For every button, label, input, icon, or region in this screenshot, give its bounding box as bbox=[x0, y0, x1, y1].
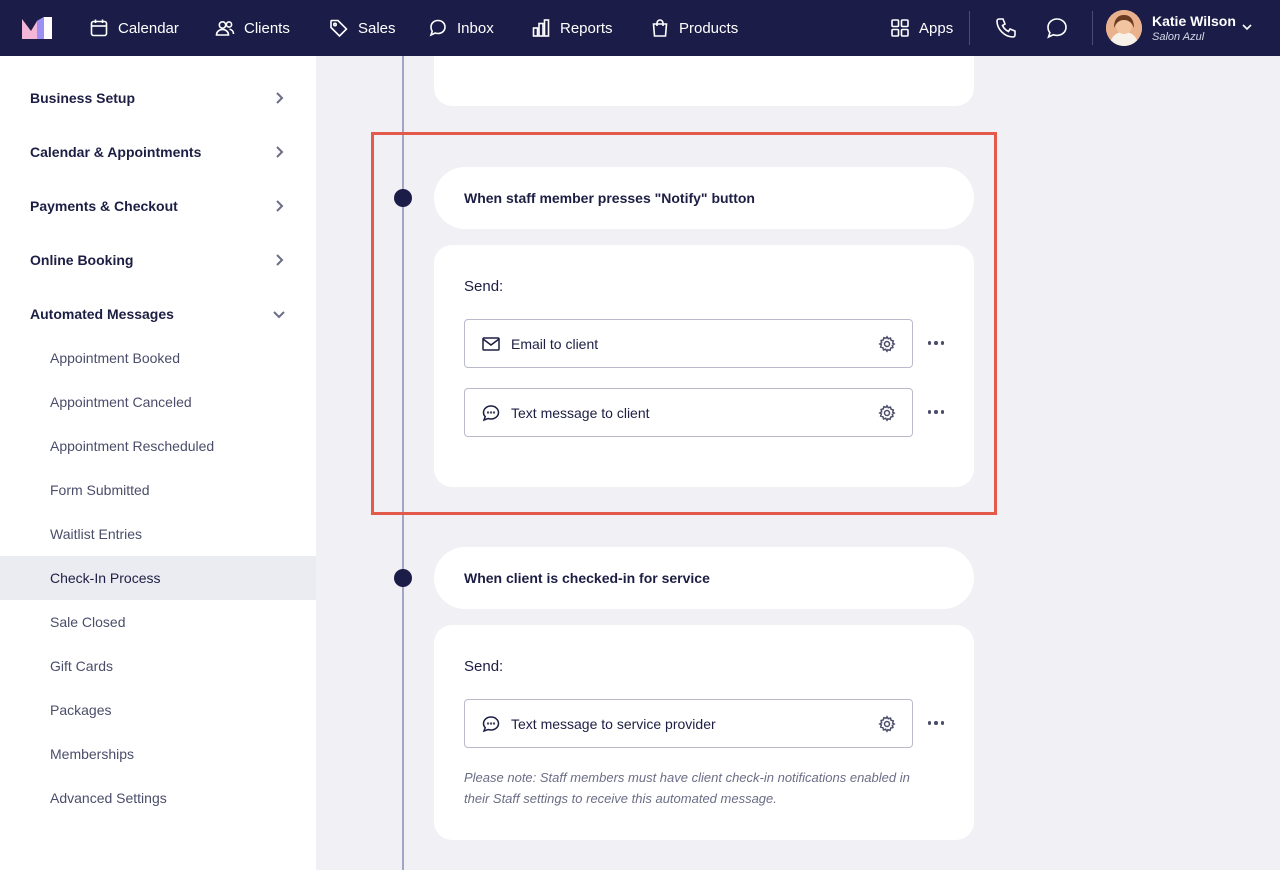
chevron-right-icon bbox=[276, 200, 284, 212]
sidebar-item-form-submitted[interactable]: Form Submitted bbox=[0, 468, 316, 512]
chevron-down-icon[interactable] bbox=[1240, 20, 1254, 34]
chevron-right-icon bbox=[276, 254, 284, 266]
sidebar-item-gift-cards[interactable]: Gift Cards bbox=[0, 644, 316, 688]
nav-products-label: Products bbox=[679, 19, 739, 37]
message-label: Text message to service provider bbox=[511, 715, 716, 732]
more-options-button[interactable] bbox=[926, 402, 946, 422]
sidebar-section-label: Calendar & Appointments bbox=[30, 144, 202, 160]
sidebar-item-check-in-process[interactable]: Check-In Process bbox=[0, 556, 316, 600]
top-navigation-bar: Calendar Clients Sales Inbox Reports Pro… bbox=[0, 0, 1280, 56]
settings-sidebar: Business Setup Calendar & Appointments P… bbox=[0, 56, 316, 870]
apps-grid-icon bbox=[891, 19, 909, 37]
phone-button[interactable] bbox=[994, 16, 1018, 40]
previous-step-card bbox=[434, 56, 974, 106]
message-label: Text message to client bbox=[511, 404, 650, 421]
nav-divider bbox=[969, 11, 970, 45]
sidebar-item-appointment-booked[interactable]: Appointment Booked bbox=[0, 336, 316, 380]
chevron-right-icon bbox=[276, 92, 284, 104]
sidebar-item-packages[interactable]: Packages bbox=[0, 688, 316, 732]
user-name[interactable]: Katie Wilson bbox=[1152, 13, 1236, 29]
user-avatar[interactable] bbox=[1106, 10, 1142, 46]
send-actions-card: Send: Text message to service provider P… bbox=[434, 625, 974, 840]
nav-reports[interactable]: Reports bbox=[531, 0, 613, 56]
nav-products[interactable]: Products bbox=[650, 0, 738, 56]
nav-calendar-label: Calendar bbox=[118, 19, 179, 37]
chevron-down-icon bbox=[273, 311, 285, 319]
nav-clients[interactable]: Clients bbox=[215, 0, 290, 56]
trigger-title: When staff member presses "Notify" butto… bbox=[464, 190, 755, 206]
nav-apps[interactable]: Apps bbox=[890, 0, 953, 56]
gear-icon[interactable] bbox=[878, 715, 896, 733]
main-content: When staff member presses "Notify" butto… bbox=[316, 56, 1280, 870]
sidebar-section-payments-checkout[interactable]: Payments & Checkout bbox=[30, 194, 286, 218]
check-in-note: Please note: Staff members must have cli… bbox=[464, 770, 910, 806]
trigger-title: When client is checked-in for service bbox=[464, 570, 710, 586]
phone-icon bbox=[996, 18, 1016, 38]
chevron-right-icon bbox=[276, 146, 284, 158]
sidebar-item-waitlist-entries[interactable]: Waitlist Entries bbox=[0, 512, 316, 556]
sidebar-item-advanced-settings[interactable]: Advanced Settings bbox=[0, 776, 316, 820]
nav-apps-label: Apps bbox=[919, 19, 954, 37]
chat-bubble-icon bbox=[1047, 18, 1067, 39]
more-options-button[interactable] bbox=[926, 333, 946, 353]
sidebar-section-label: Payments & Checkout bbox=[30, 198, 178, 214]
nav-inbox[interactable]: Inbox bbox=[428, 0, 494, 56]
nav-clients-label: Clients bbox=[244, 19, 290, 37]
sidebar-item-appointment-canceled[interactable]: Appointment Canceled bbox=[0, 380, 316, 424]
nav-sales[interactable]: Sales bbox=[329, 0, 396, 56]
bar-chart-icon bbox=[532, 19, 550, 37]
sidebar-section-online-booking[interactable]: Online Booking bbox=[30, 248, 286, 272]
sidebar-section-business-setup[interactable]: Business Setup bbox=[30, 86, 286, 110]
nav-divider bbox=[1092, 11, 1093, 45]
send-label: Send: bbox=[464, 658, 504, 675]
shopping-bag-icon bbox=[652, 19, 668, 37]
nav-sales-label: Sales bbox=[358, 19, 396, 37]
sidebar-item-memberships[interactable]: Memberships bbox=[0, 732, 316, 776]
send-label: Send: bbox=[464, 278, 504, 295]
calendar-icon bbox=[90, 19, 108, 37]
nav-reports-label: Reports bbox=[560, 19, 613, 37]
timeline-line bbox=[402, 56, 404, 870]
message-label: Email to client bbox=[511, 335, 599, 352]
sidebar-section-label: Business Setup bbox=[30, 90, 136, 106]
more-options-button[interactable] bbox=[926, 713, 946, 733]
sidebar-item-appointment-rescheduled[interactable]: Appointment Rescheduled bbox=[0, 424, 316, 468]
user-business-name: Salon Azul bbox=[1152, 31, 1205, 43]
sidebar-item-sale-closed[interactable]: Sale Closed bbox=[0, 600, 316, 644]
text-to-client-row[interactable]: Text message to client bbox=[464, 388, 913, 437]
tag-icon bbox=[330, 19, 348, 38]
sidebar-section-automated-messages[interactable]: Automated Messages bbox=[30, 302, 286, 326]
chat-icon bbox=[481, 403, 501, 423]
text-to-service-provider-row[interactable]: Text message to service provider bbox=[464, 699, 913, 748]
sidebar-section-label: Automated Messages bbox=[30, 306, 174, 322]
timeline-dot bbox=[394, 189, 412, 207]
send-actions-card: Send: Email to client Text message to cl… bbox=[434, 245, 974, 487]
sidebar-section-calendar-appointments[interactable]: Calendar & Appointments bbox=[30, 140, 286, 164]
timeline-dot bbox=[394, 569, 412, 587]
gear-icon[interactable] bbox=[878, 335, 896, 353]
trigger-checked-in-card: When client is checked-in for service bbox=[434, 547, 974, 609]
chat-button[interactable] bbox=[1045, 16, 1069, 40]
nav-inbox-label: Inbox bbox=[457, 19, 494, 37]
trigger-notify-card: When staff member presses "Notify" butto… bbox=[434, 167, 974, 229]
email-to-client-row[interactable]: Email to client bbox=[464, 319, 913, 368]
inbox-icon bbox=[429, 19, 446, 37]
sidebar-section-label: Online Booking bbox=[30, 252, 134, 268]
gear-icon[interactable] bbox=[878, 404, 896, 422]
nav-calendar[interactable]: Calendar bbox=[89, 0, 179, 56]
app-logo[interactable] bbox=[22, 17, 52, 39]
chat-icon bbox=[481, 714, 501, 734]
mail-icon bbox=[481, 334, 501, 354]
users-icon bbox=[215, 20, 235, 36]
